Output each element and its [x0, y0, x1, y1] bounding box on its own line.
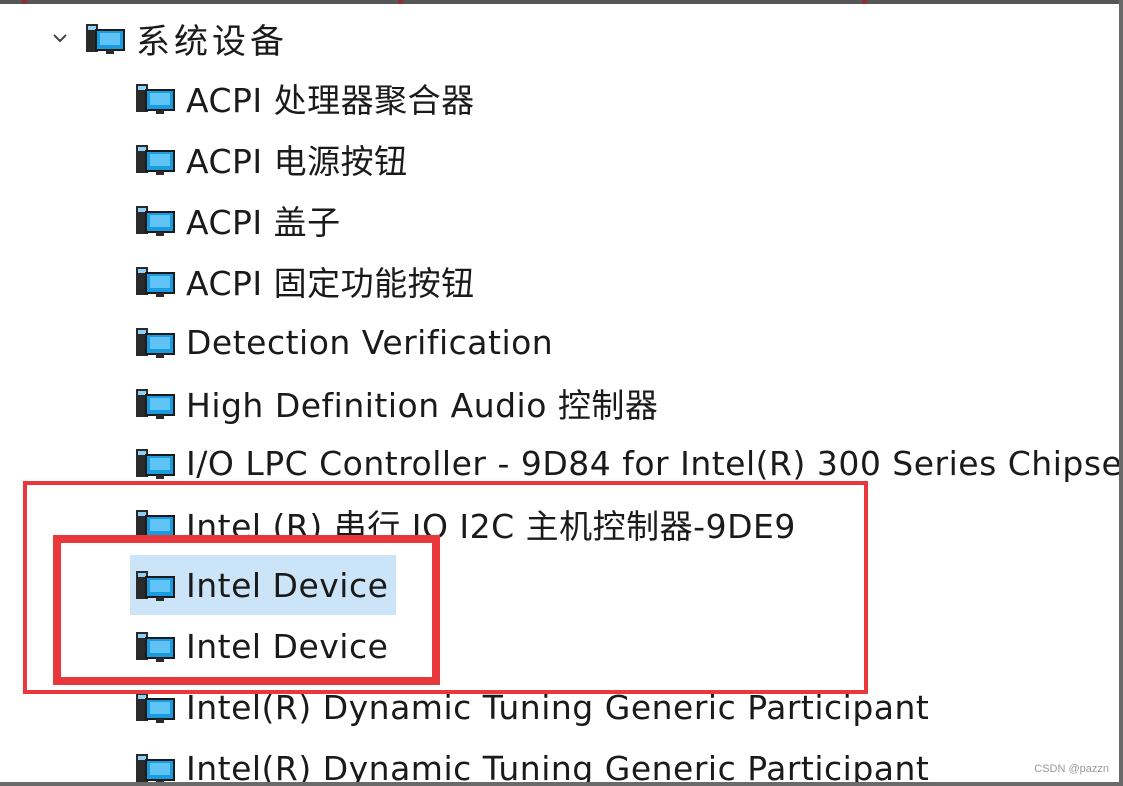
device-label: ACPI 电源按钮: [186, 142, 408, 181]
category-label: 系统设备: [136, 21, 288, 62]
red-annotation-inner-box: [53, 535, 440, 685]
tree-item-device[interactable]: Detection Verification: [130, 312, 553, 372]
device-label: I/O LPC Controller - 9D84 for Intel(R) 3…: [186, 443, 1123, 483]
border-tick: [398, 0, 403, 4]
device-label: High Definition Audio 控制器: [186, 386, 659, 425]
system-device-icon: [136, 389, 175, 419]
border-tick: [22, 0, 27, 4]
tree-item-device[interactable]: High Definition Audio 控制器: [130, 373, 658, 433]
system-device-icon: [136, 693, 175, 723]
window-right-border: [1119, 0, 1123, 786]
system-device-icon: [136, 267, 175, 297]
tree-item-device[interactable]: ACPI 处理器聚合器: [130, 68, 475, 128]
tree-item-device[interactable]: ACPI 固定功能按钮: [130, 251, 475, 311]
tree-item-device[interactable]: Intel(R) Dynamic Tuning Generic Particip…: [130, 738, 929, 786]
system-device-icon: [136, 754, 175, 784]
system-device-icon: [136, 145, 175, 175]
system-device-icon: [136, 328, 175, 358]
device-label: Detection Verification: [186, 322, 554, 362]
system-device-icon: [136, 206, 175, 236]
watermark: CSDN @pazzn: [1034, 763, 1109, 775]
window-top-border: [0, 0, 1123, 4]
window-bottom-border: [0, 782, 1123, 786]
device-manager-view: 系统设备 ACPI 处理器聚合器 ACPI 电源按钮 ACPI 盖子 ACPI 固定功…: [0, 0, 1123, 786]
tree-item-device[interactable]: ACPI 电源按钮: [130, 129, 408, 189]
tree-item-device[interactable]: ACPI 盖子: [130, 190, 341, 250]
tree-category-system-devices[interactable]: 系统设备: [48, 8, 288, 68]
device-label: ACPI 盖子: [186, 203, 341, 242]
border-tick: [862, 0, 867, 4]
chevron-down-icon[interactable]: [48, 26, 72, 50]
device-folder-icon: [86, 24, 125, 54]
system-device-icon: [136, 449, 175, 479]
device-label: ACPI 处理器聚合器: [186, 81, 475, 120]
system-device-icon: [136, 84, 175, 114]
device-label: Intel(R) Dynamic Tuning Generic Particip…: [186, 748, 930, 786]
device-label: ACPI 固定功能按钮: [186, 264, 475, 303]
